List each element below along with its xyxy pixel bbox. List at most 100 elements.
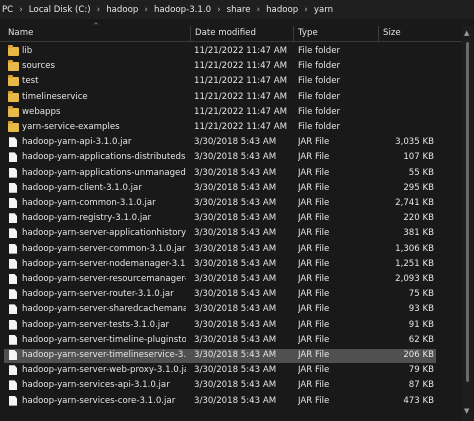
jar-file-icon — [9, 137, 17, 148]
breadcrumb-item[interactable]: share — [225, 5, 253, 15]
folder-row[interactable]: sources 11/21/2022 11:47 AM File folder — [4, 60, 436, 74]
breadcrumb-chevron-icon[interactable]: › — [213, 5, 225, 15]
folder-row[interactable]: test 11/21/2022 11:47 AM File folder — [4, 75, 436, 89]
row-date: 3/30/2018 5:43 AM — [194, 243, 277, 254]
row-name: hadoop-yarn-server-common-3.1.0.jar — [22, 243, 186, 254]
row-type: JAR File — [298, 213, 330, 224]
row-date: 3/30/2018 5:43 AM — [194, 258, 277, 269]
row-size: 91 KB — [408, 319, 434, 330]
folder-row[interactable]: timelineservice 11/21/2022 11:47 AM File f… — [4, 90, 436, 105]
row-date: 11/21/2022 11:47 AM — [194, 46, 288, 56]
file-row[interactable]: hadoop-yarn-common-3.1.0.jar 3/30/2018 5:… — [4, 197, 436, 211]
file-row[interactable]: hadoop-yarn-client-3.1.0.jar 3/30/2018 5:… — [4, 182, 436, 196]
file-row[interactable]: hadoop-yarn-applications-distributedsh..… — [4, 151, 436, 165]
row-date: 3/30/2018 5:43 AM — [194, 350, 277, 360]
row-name: hadoop-yarn-server-router-3.1.0.jar — [22, 289, 174, 300]
breadcrumb-chevron-icon[interactable]: › — [140, 5, 152, 15]
row-date: 3/30/2018 5:43 AM — [194, 182, 277, 193]
file-row[interactable]: hadoop-yarn-applications-unmanaged-... 3/… — [4, 167, 436, 181]
row-date: 3/30/2018 5:43 AM — [194, 152, 277, 163]
column-divider[interactable] — [293, 26, 294, 41]
row-name: hadoop-yarn-server-web-proxy-3.1.0.jar — [22, 365, 186, 376]
breadcrumb-chevron-icon[interactable]: › — [15, 5, 27, 15]
file-row[interactable]: hadoop-yarn-server-common-3.1.0.jar 3/30/… — [4, 243, 436, 257]
jar-file-icon — [9, 152, 17, 163]
row-size: 1,306 KB — [395, 243, 434, 254]
jar-file-icon — [9, 213, 17, 224]
breadcrumb-item[interactable]: yarn — [312, 5, 335, 15]
column-header-date[interactable]: Date modified — [195, 28, 256, 38]
row-type: JAR File — [298, 395, 330, 406]
row-type: File folder — [298, 61, 341, 72]
folder-row[interactable]: lib 11/21/2022 11:47 AM File folder — [4, 45, 436, 59]
scroll-down-icon[interactable]: ▼ — [464, 407, 469, 415]
row-date: 3/30/2018 5:43 AM — [194, 365, 277, 376]
row-type: JAR File — [298, 182, 330, 193]
jar-file-icon — [9, 258, 17, 269]
file-row[interactable]: hadoop-yarn-server-timelineservice-3.1..… — [4, 349, 436, 363]
row-name: hadoop-yarn-server-applicationhistoryse.… — [22, 228, 186, 239]
breadcrumb-item[interactable]: hadoop-3.1.0 — [152, 5, 213, 15]
row-date: 3/30/2018 5:43 AM — [194, 334, 277, 345]
breadcrumb-item[interactable]: PC — [0, 5, 15, 15]
row-name: hadoop-yarn-server-sharedcachemanag... — [22, 304, 186, 315]
breadcrumb-chevron-icon[interactable]: › — [253, 5, 265, 15]
file-row[interactable]: hadoop-yarn-server-resourcemanager-3... 3… — [4, 273, 436, 287]
file-row[interactable]: hadoop-yarn-server-router-3.1.0.jar 3/30/… — [4, 288, 436, 302]
scroll-thumb[interactable] — [466, 42, 469, 382]
row-size: 87 KB — [408, 380, 434, 391]
row-date: 11/21/2022 11:47 AM — [194, 91, 288, 102]
row-size: 2,741 KB — [395, 198, 434, 208]
address-bar[interactable]: PC › Local Disk (C:) › hadoop › hadoop-3.1.0 › s… — [0, 0, 474, 19]
row-type: JAR File — [298, 319, 330, 330]
file-row[interactable]: hadoop-yarn-server-web-proxy-3.1.0.jar 3/… — [4, 364, 436, 378]
row-date: 3/30/2018 5:43 AM — [194, 319, 277, 330]
row-date: 11/21/2022 11:47 AM — [194, 76, 288, 87]
file-row[interactable]: hadoop-yarn-api-3.1.0.jar 3/30/2018 5:43 … — [4, 136, 436, 150]
jar-file-icon — [9, 198, 17, 208]
file-row[interactable]: hadoop-yarn-server-sharedcachemanag... 3/… — [4, 303, 436, 317]
vertical-scrollbar[interactable]: ▲ ▼ — [462, 26, 474, 421]
row-name: hadoop-yarn-server-timeline-pluginstor..… — [22, 334, 186, 345]
file-row[interactable]: hadoop-yarn-server-timeline-pluginstor..… — [4, 334, 436, 348]
breadcrumb-item[interactable]: hadoop — [104, 5, 140, 15]
row-size: 1,251 KB — [395, 258, 434, 269]
folder-row[interactable]: webapps 11/21/2022 11:47 AM File folder — [4, 105, 436, 120]
file-row[interactable]: hadoop-yarn-services-api-3.1.0.jar 3/30/2… — [4, 379, 436, 393]
jar-file-icon — [9, 228, 17, 239]
file-row[interactable]: hadoop-yarn-server-tests-3.1.0.jar 3/30/2… — [4, 319, 436, 333]
row-name: hadoop-yarn-applications-unmanaged-... — [22, 167, 186, 178]
file-row[interactable]: hadoop-yarn-services-core-3.1.0.jar 3/30/… — [4, 395, 436, 409]
file-row[interactable]: hadoop-yarn-server-applicationhistoryse.… — [4, 227, 436, 241]
row-size: 220 KB — [403, 213, 434, 224]
jar-file-icon — [9, 350, 17, 360]
row-type: JAR File — [298, 258, 330, 269]
column-divider[interactable] — [190, 26, 191, 41]
folder-row[interactable]: yarn-service-examples 11/21/2022 11:47 AM… — [4, 121, 436, 135]
folder-icon — [8, 45, 19, 56]
row-size: 93 KB — [408, 304, 434, 315]
row-date: 3/30/2018 5:43 AM — [194, 167, 277, 178]
folder-icon — [8, 75, 19, 87]
file-row[interactable]: hadoop-yarn-registry-3.1.0.jar 3/30/2018 … — [4, 212, 436, 226]
row-date: 3/30/2018 5:43 AM — [194, 213, 277, 224]
folder-icon — [8, 60, 19, 72]
file-row[interactable]: hadoop-yarn-server-nodemanager-3.1.0... 3… — [4, 258, 436, 272]
breadcrumb-chevron-icon[interactable]: › — [300, 5, 312, 15]
row-name: hadoop-yarn-server-timelineservice-3.1..… — [22, 350, 186, 360]
column-header: ^ Name Date modified Type Size — [0, 22, 474, 42]
row-size: 55 KB — [408, 167, 434, 178]
column-header-size[interactable]: Size — [383, 28, 401, 38]
row-date: 3/30/2018 5:43 AM — [194, 137, 277, 148]
column-header-name[interactable]: Name — [8, 28, 33, 38]
breadcrumb-item[interactable]: hadoop — [264, 5, 300, 15]
scroll-up-icon[interactable]: ▲ — [464, 29, 469, 37]
column-header-type[interactable]: Type — [298, 28, 318, 38]
column-divider[interactable] — [378, 26, 379, 41]
breadcrumb-item[interactable]: Local Disk (C:) — [27, 5, 93, 15]
sort-caret-icon: ^ — [93, 22, 99, 30]
jar-file-icon — [9, 380, 17, 391]
breadcrumb-chevron-icon[interactable]: › — [93, 5, 105, 15]
jar-file-icon — [9, 334, 17, 345]
row-type: File folder — [298, 46, 341, 56]
